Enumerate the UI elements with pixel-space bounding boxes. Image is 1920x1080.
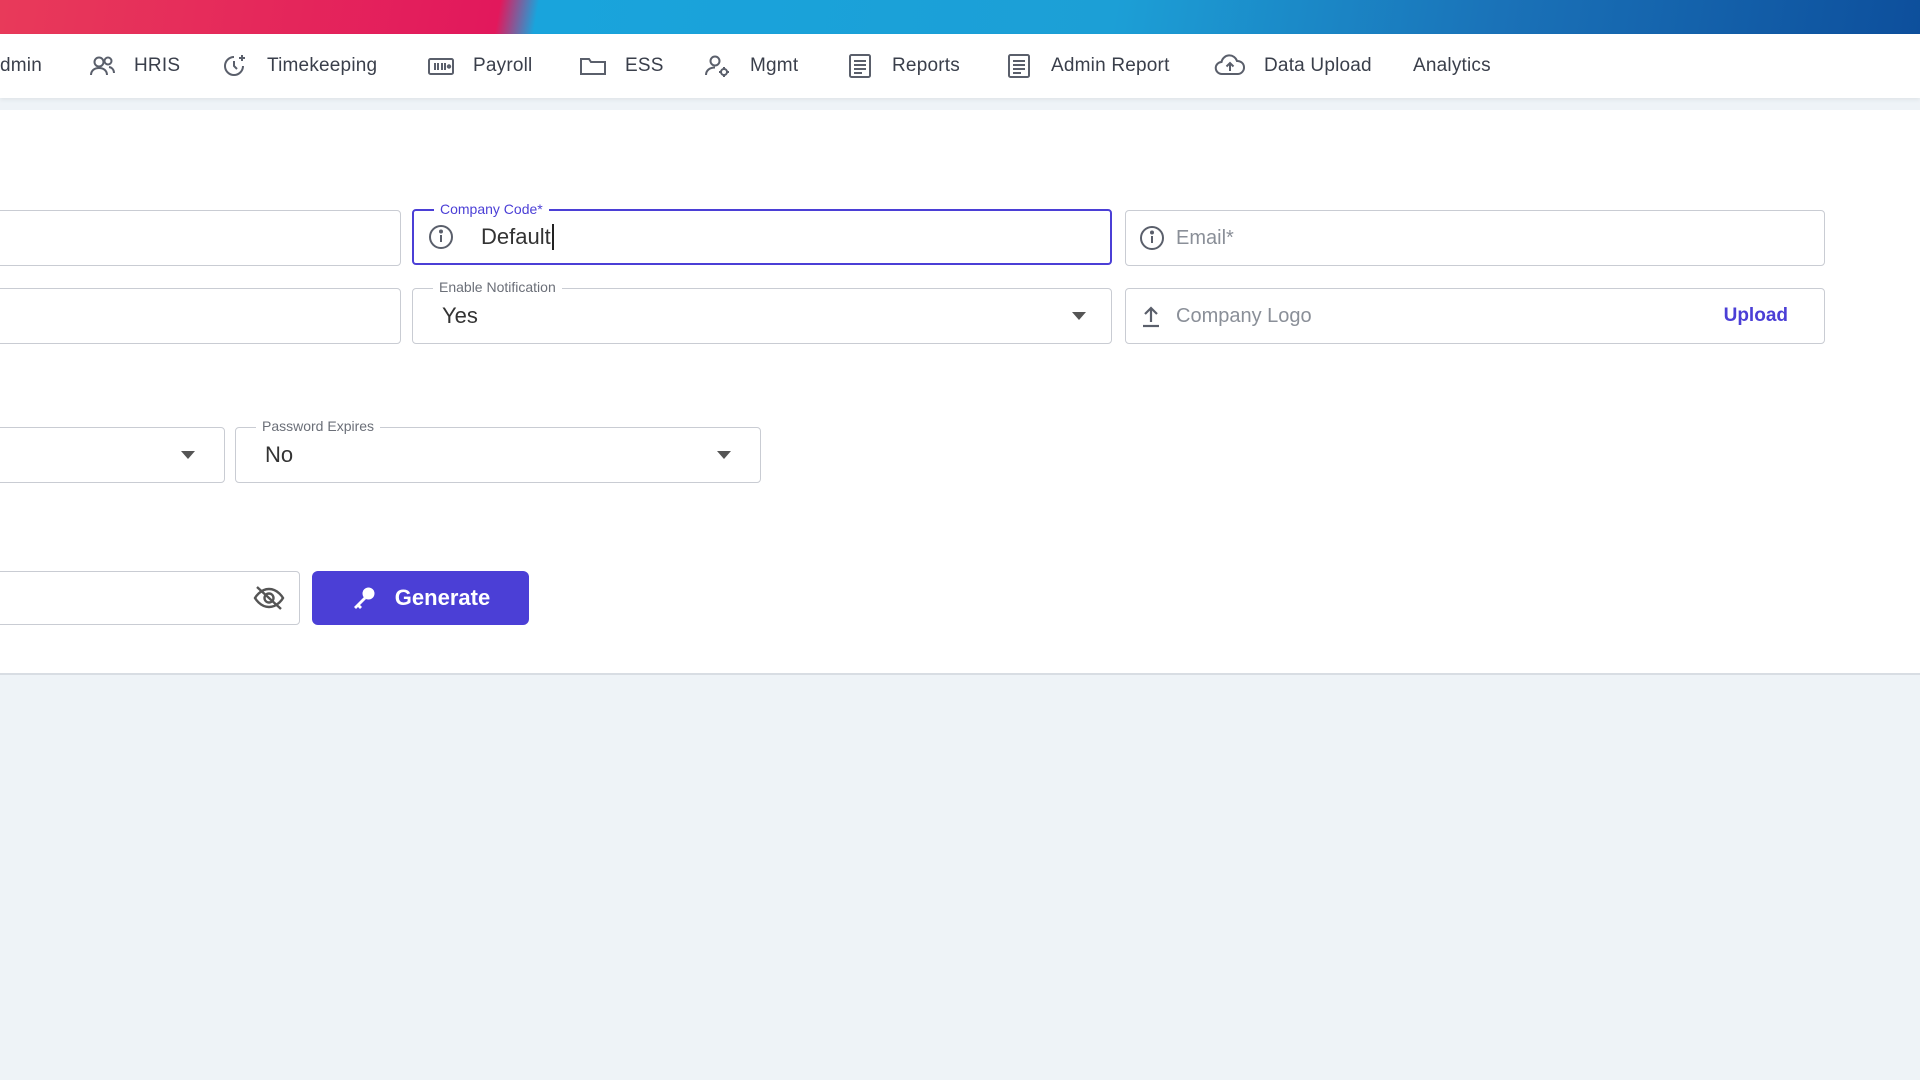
nav-item-admin[interactable]: dmin — [0, 34, 42, 98]
nav-item-payroll[interactable]: Payroll — [427, 34, 532, 98]
nav-item-analytics[interactable]: Analytics — [1413, 34, 1491, 98]
email-placeholder: Email* — [1176, 226, 1234, 249]
email-field[interactable]: Email* — [1125, 210, 1825, 266]
upload-button[interactable]: Upload — [1724, 289, 1788, 343]
generate-button-label: Generate — [394, 585, 491, 610]
nav-item-timekeeping[interactable]: Timekeeping — [221, 34, 377, 98]
nav-item-label: HRIS — [134, 55, 181, 76]
document-icon — [849, 54, 871, 78]
info-icon[interactable] — [1139, 211, 1165, 265]
upload-arrow-icon — [1140, 289, 1162, 343]
nav-item-mgmt[interactable]: Mgmt — [704, 34, 798, 98]
chevron-down-icon[interactable] — [180, 428, 196, 482]
nav-item-label: ESS — [625, 55, 664, 76]
company-logo-field[interactable]: Company Logo Upload — [1125, 288, 1825, 344]
nav-item-data-upload[interactable]: Data Upload — [1214, 34, 1372, 98]
nav-item-label: Mgmt — [750, 55, 799, 76]
nav-item-label: Analytics — [1413, 55, 1491, 76]
cloud-upload-icon — [1214, 54, 1245, 75]
chevron-down-icon[interactable] — [1071, 289, 1087, 343]
main-navbar: dmin HRIS Timekeeping Payroll ESS Mgmt R… — [0, 34, 1920, 98]
key-icon — [353, 587, 375, 609]
nav-item-label: Payroll — [473, 55, 533, 76]
nav-item-ess[interactable]: ESS — [579, 34, 664, 98]
nav-item-reports[interactable]: Reports — [846, 34, 960, 98]
nav-item-label: Timekeeping — [267, 55, 378, 76]
nav-item-label: dmin — [0, 55, 42, 76]
user-gear-icon — [705, 55, 729, 77]
top-brand-band — [0, 0, 1920, 34]
partial-select-field[interactable] — [0, 427, 225, 483]
password-expires-select[interactable]: Password Expires No — [235, 418, 761, 483]
partial-text-field-row2[interactable] — [0, 288, 401, 344]
nav-item-label: Data Upload — [1264, 55, 1372, 76]
folder-icon — [580, 58, 606, 75]
eye-off-icon[interactable] — [253, 572, 285, 624]
password-expires-value: No — [265, 442, 294, 467]
company-code-field[interactable]: Company Code* Default — [412, 201, 1112, 265]
text-cursor — [551, 224, 554, 250]
generate-button[interactable]: Generate — [312, 571, 529, 625]
info-icon[interactable] — [428, 211, 454, 263]
chevron-down-icon[interactable] — [716, 428, 732, 482]
payroll-icon — [428, 58, 454, 75]
document-icon — [1008, 54, 1030, 78]
enable-notification-value: Yes — [442, 303, 478, 328]
nav-item-label: Reports — [892, 55, 960, 76]
password-field[interactable] — [0, 571, 300, 625]
users-icon — [90, 56, 115, 76]
nav-item-label: Admin Report — [1051, 55, 1170, 76]
company-code-input[interactable]: Default — [481, 211, 554, 263]
nav-item-hris[interactable]: HRIS — [88, 34, 180, 98]
enable-notification-select[interactable]: Enable Notification Yes — [412, 279, 1112, 344]
partial-text-field-row1[interactable] — [0, 210, 401, 266]
nav-item-admin-report[interactable]: Admin Report — [1005, 34, 1170, 98]
clock-add-icon — [224, 55, 245, 76]
company-logo-placeholder: Company Logo — [1176, 304, 1312, 327]
form-card: Company Code* Default Email* Enable Noti… — [0, 110, 1920, 675]
